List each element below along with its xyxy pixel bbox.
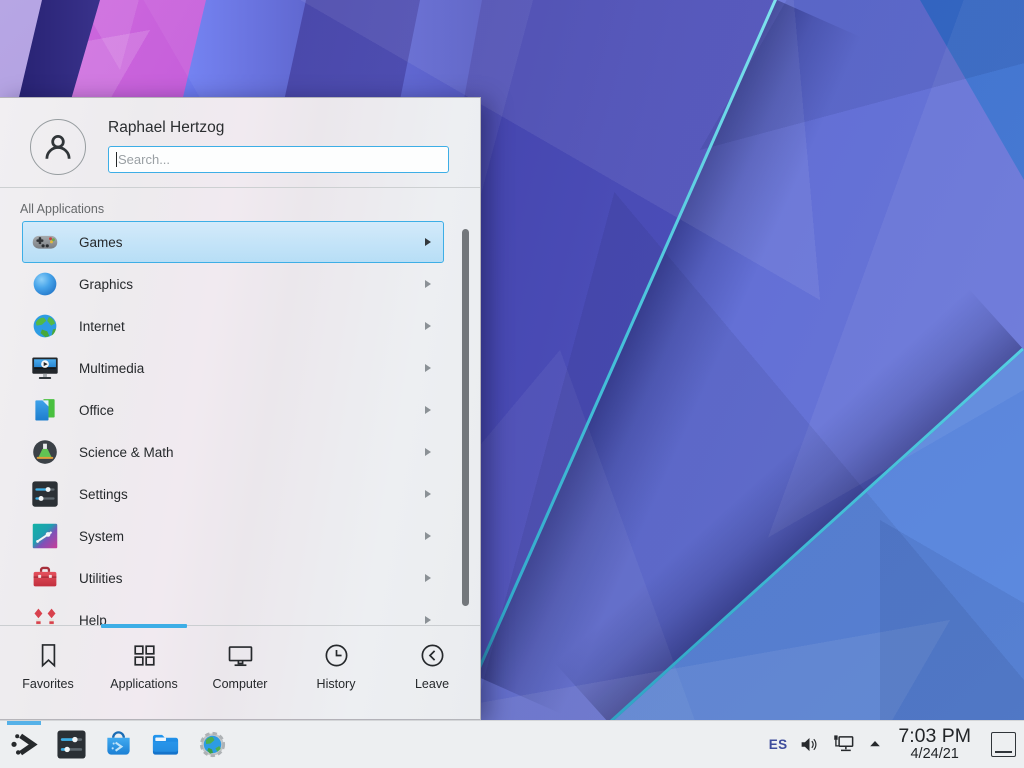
taskbar-app-file-manager[interactable] <box>148 721 182 768</box>
search-box <box>108 146 449 173</box>
submenu-arrow-icon <box>425 574 431 582</box>
category-label: Internet <box>79 319 125 334</box>
sidebar-item-office[interactable]: Office <box>22 389 444 431</box>
bookmark-icon <box>35 642 62 669</box>
category-label: System <box>79 529 124 544</box>
gamepad-icon <box>31 228 59 256</box>
leave-icon <box>419 642 446 669</box>
submenu-arrow-icon <box>425 532 431 540</box>
tab-favorites[interactable]: Favorites <box>0 626 96 719</box>
user-name: Raphael Hertzog <box>108 119 224 137</box>
tray-volume[interactable] <box>799 734 820 755</box>
tray-network[interactable] <box>832 732 856 756</box>
submenu-arrow-icon <box>425 616 431 624</box>
tray-expand-tray[interactable] <box>868 737 882 751</box>
taskbar: ES 7:03 PM 4/24/21 <box>0 720 1024 768</box>
digital-clock[interactable]: 7:03 PM 4/24/21 <box>898 726 971 762</box>
submenu-arrow-icon <box>425 406 431 414</box>
internet-globe-icon <box>31 312 59 340</box>
taskbar-app-icons <box>7 721 229 768</box>
office-icon <box>31 396 59 424</box>
tab-applications[interactable]: Applications <box>96 626 192 719</box>
utilities-icon <box>31 564 59 592</box>
system-icon <box>31 522 59 550</box>
clock-date: 4/24/21 <box>898 747 971 762</box>
tab-label: History <box>317 677 356 691</box>
submenu-arrow-icon <box>425 448 431 456</box>
tab-label: Applications <box>110 677 177 691</box>
tab-strip: Favorites Applications Computer History <box>0 626 480 719</box>
active-tab-indicator <box>101 624 187 628</box>
network-icon <box>832 732 856 756</box>
history-clock-icon <box>323 642 350 669</box>
section-label: All Applications <box>20 202 104 216</box>
category-label: Graphics <box>79 277 133 292</box>
sidebar-item-games[interactable]: Games <box>22 221 444 263</box>
submenu-arrow-icon <box>425 238 431 246</box>
help-icon <box>31 606 59 626</box>
science-icon <box>31 438 59 466</box>
tab-computer[interactable]: Computer <box>192 626 288 719</box>
discover-icon <box>103 729 134 760</box>
tray-icon-group <box>799 732 882 756</box>
category-label: Games <box>79 235 123 250</box>
sidebar-item-settings[interactable]: Settings <box>22 473 444 515</box>
sidebar-item-internet[interactable]: Internet <box>22 305 444 347</box>
submenu-arrow-icon <box>425 364 431 372</box>
tab-label: Favorites <box>22 677 73 691</box>
scrollbar[interactable] <box>462 229 469 606</box>
tab-label: Computer <box>213 677 268 691</box>
show-desktop-button[interactable] <box>991 732 1016 757</box>
category-label: Multimedia <box>79 361 144 376</box>
category-list: Games Graphics Internet Multimedia <box>0 221 480 626</box>
user-avatar[interactable] <box>30 119 86 175</box>
tab-label: Leave <box>415 677 449 691</box>
launcher-header: Raphael Hertzog <box>0 98 480 188</box>
sidebar-item-graphics[interactable]: Graphics <box>22 263 444 305</box>
dolphin-icon <box>150 729 181 760</box>
computer-icon <box>227 642 254 669</box>
taskbar-app-application-launcher[interactable] <box>7 721 41 768</box>
taskbar-app-web-globe[interactable] <box>195 721 229 768</box>
submenu-arrow-icon <box>425 280 431 288</box>
tab-leave[interactable]: Leave <box>384 626 480 719</box>
sidebar-item-utilities[interactable]: Utilities <box>22 557 444 599</box>
submenu-arrow-icon <box>425 490 431 498</box>
clock-time: 7:03 PM <box>898 726 971 747</box>
submenu-arrow-icon <box>425 322 431 330</box>
taskbar-app-discover[interactable] <box>101 721 135 768</box>
kickoff-icon <box>9 729 40 760</box>
text-cursor <box>116 152 117 167</box>
sidebar-item-multimedia[interactable]: Multimedia <box>22 347 444 389</box>
tab-history[interactable]: History <box>288 626 384 719</box>
app-grid-icon <box>131 642 158 669</box>
category-label: Science & Math <box>79 445 174 460</box>
category-label: Settings <box>79 487 128 502</box>
category-label: Office <box>79 403 114 418</box>
user-icon <box>41 130 75 164</box>
launcher-tabbar: Favorites Applications Computer History <box>0 625 480 719</box>
sidebar-item-science-math[interactable]: Science & Math <box>22 431 444 473</box>
settings-icon <box>56 729 87 760</box>
caret-up-icon <box>868 737 882 751</box>
keyboard-layout-indicator[interactable]: ES <box>769 737 788 752</box>
globe-gear-icon <box>197 729 228 760</box>
application-launcher-popup: Raphael Hertzog All Applications Games G… <box>0 97 481 720</box>
sidebar-item-help[interactable]: Help <box>22 599 444 626</box>
sidebar-item-system[interactable]: System <box>22 515 444 557</box>
system-tray: ES 7:03 PM 4/24/21 <box>769 726 1016 762</box>
search-input[interactable] <box>108 146 449 173</box>
graphics-icon <box>31 270 59 298</box>
multimedia-icon <box>31 354 59 382</box>
volume-icon <box>799 734 820 755</box>
category-label: Utilities <box>79 571 123 586</box>
taskbar-app-system-settings[interactable] <box>54 721 88 768</box>
settings-icon <box>31 480 59 508</box>
